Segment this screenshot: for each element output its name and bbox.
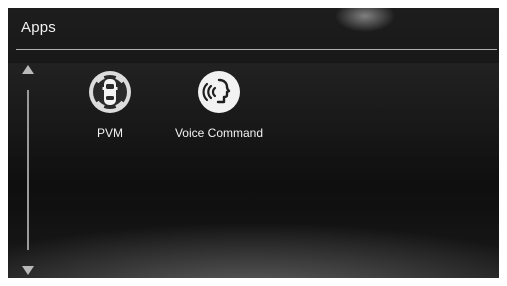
- parking-sensors-car-icon: [88, 70, 132, 114]
- voice-command-icon: [197, 70, 241, 114]
- app-voice-command[interactable]: Voice Command: [164, 70, 274, 140]
- apps-screen: Apps PVM Voice Command: [8, 8, 499, 278]
- app-label: PVM: [96, 126, 123, 140]
- app-pvm[interactable]: PVM: [55, 70, 165, 140]
- scrollbar-track[interactable]: [27, 90, 29, 250]
- app-label: Voice Command: [174, 126, 264, 140]
- scroll-up-arrow-icon[interactable]: [22, 65, 34, 74]
- scroll-down-arrow-icon[interactable]: [22, 266, 34, 275]
- page-title: Apps: [21, 19, 56, 36]
- title-divider: [16, 49, 497, 50]
